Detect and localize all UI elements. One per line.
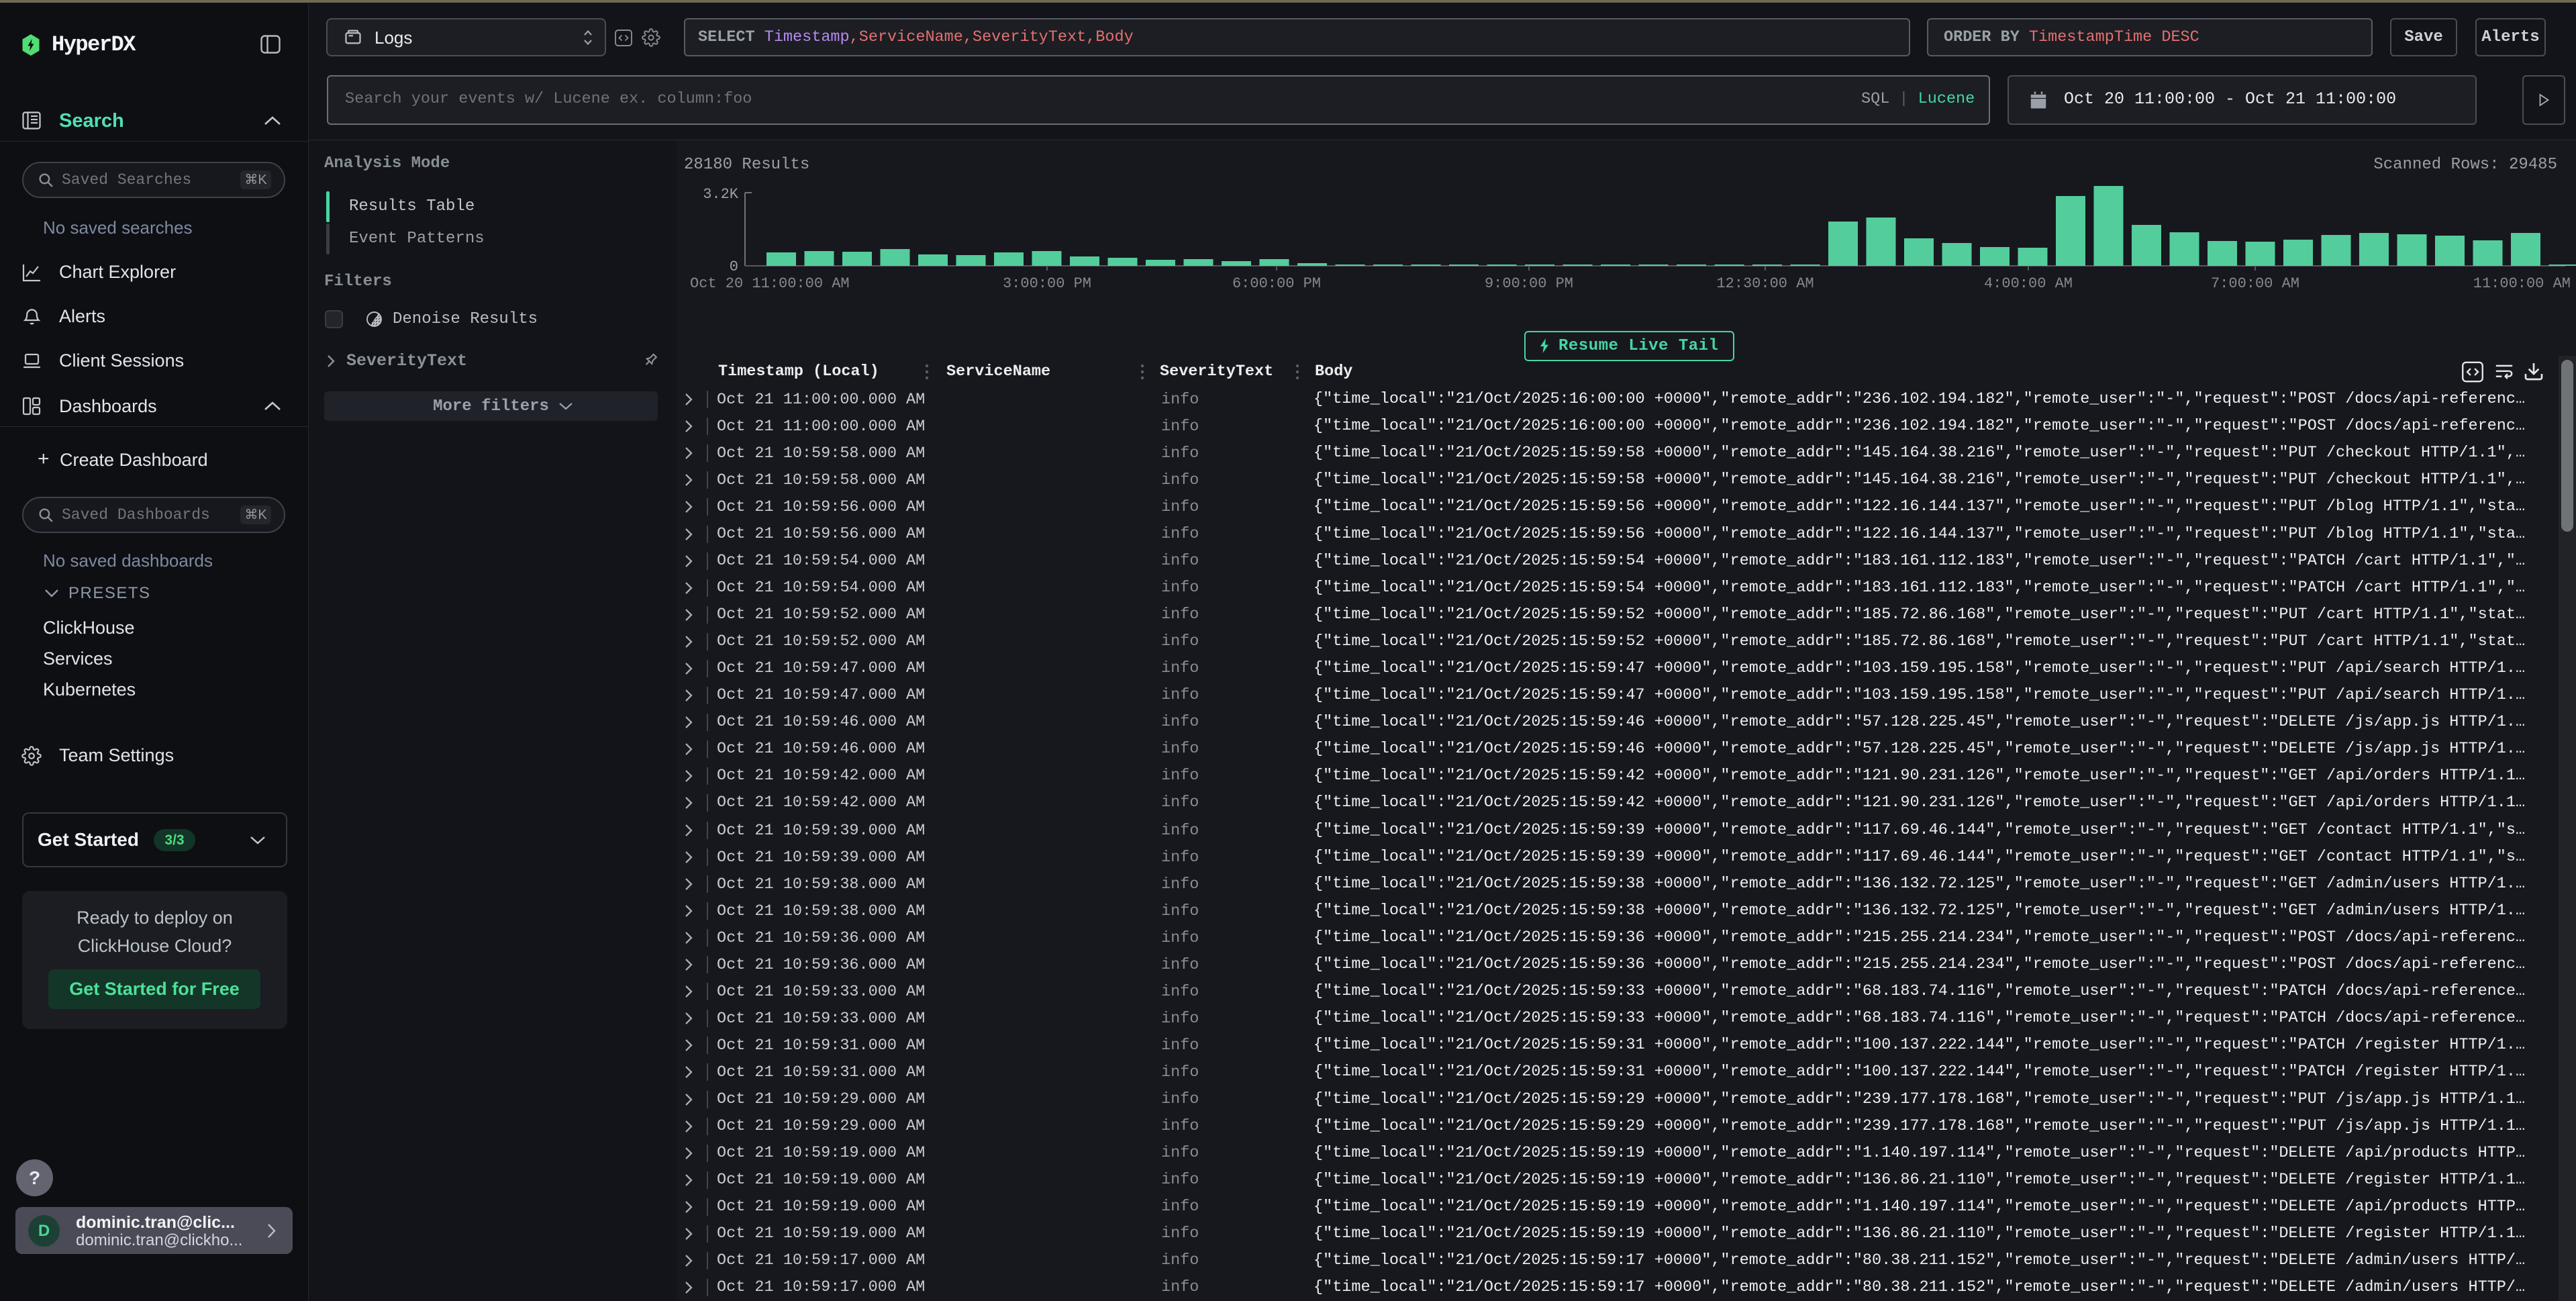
svg-text:7:00:00 AM: 7:00:00 AM	[2211, 275, 2299, 292]
svg-text:4:00:00 AM: 4:00:00 AM	[1984, 275, 2073, 292]
svg-text:11:00:00 AM: 11:00:00 AM	[2473, 275, 2571, 292]
svg-text:3.2K: 3.2K	[703, 186, 739, 203]
svg-text:12:30:00 AM: 12:30:00 AM	[1716, 275, 1814, 292]
svg-text:Oct 20 11:00:00 AM: Oct 20 11:00:00 AM	[690, 275, 850, 292]
svg-text:9:00:00 PM: 9:00:00 PM	[1485, 275, 1573, 292]
svg-text:6:00:00 PM: 6:00:00 PM	[1232, 275, 1321, 292]
svg-text:3:00:00 PM: 3:00:00 PM	[1003, 275, 1091, 292]
svg-text:0: 0	[730, 258, 738, 275]
